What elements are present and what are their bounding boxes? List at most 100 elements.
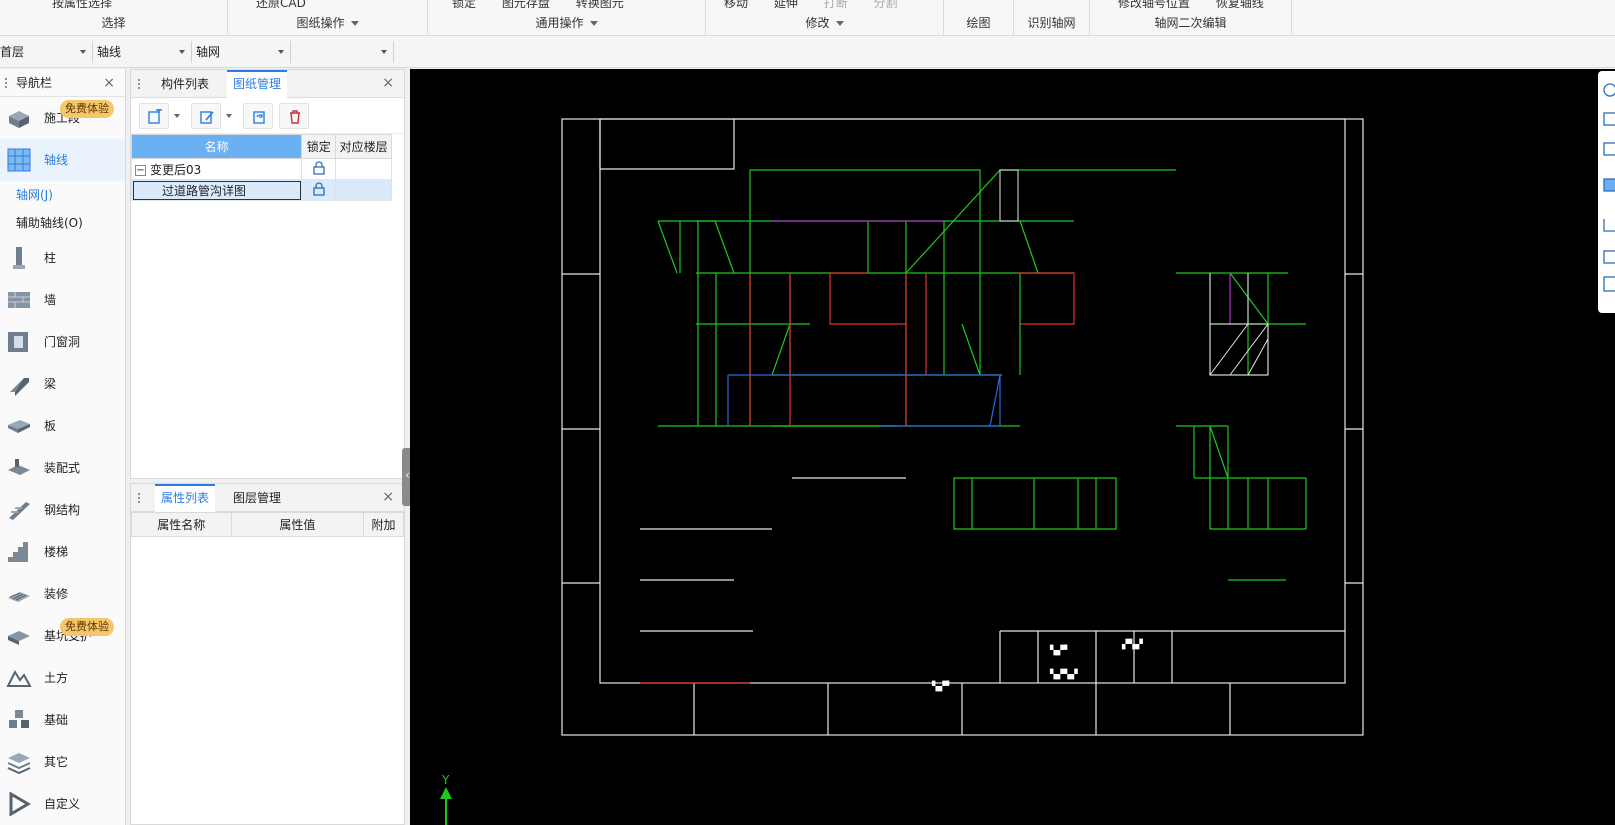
- column-header-name[interactable]: 名称: [130, 134, 303, 159]
- nav-item-slab[interactable]: 板: [0, 405, 125, 447]
- group-title-common-ops[interactable]: 通用操作: [428, 14, 705, 31]
- nav-item-prefab[interactable]: 装配式: [0, 447, 125, 489]
- split-button[interactable]: 分割: [874, 0, 898, 8]
- type-select[interactable]: 轴网: [196, 41, 291, 63]
- close-icon[interactable]: ×: [382, 490, 394, 504]
- floor-cell[interactable]: [335, 158, 392, 180]
- trash-icon: [290, 110, 300, 124]
- group-title-drawing-ops[interactable]: 图纸操作: [228, 14, 427, 31]
- delete-drawing-button[interactable]: [279, 103, 309, 129]
- drawing-toolbar: [131, 98, 404, 134]
- nav-item-axis[interactable]: 轴线: [0, 139, 125, 181]
- chevron-down-icon: [589, 21, 598, 26]
- nav-title: 导航栏: [16, 76, 53, 90]
- chevron-down-icon[interactable]: [174, 114, 180, 118]
- custom-icon: [9, 792, 31, 816]
- nav-item-wall[interactable]: 墙: [0, 279, 125, 321]
- table-row[interactable]: − 变更后03: [130, 158, 392, 180]
- drag-handle-icon[interactable]: [137, 492, 141, 504]
- nav-item-construction-stage[interactable]: 施工段 免费体验: [0, 97, 125, 139]
- nav-label: 土方: [44, 671, 69, 685]
- tab-drawing-management[interactable]: 图纸管理: [227, 70, 288, 98]
- drawing-name: 过道路管沟详图: [162, 183, 247, 198]
- nav-item-column[interactable]: 柱: [0, 237, 125, 279]
- column-header-extra: 附加: [363, 512, 404, 537]
- nav-label: 楼梯: [44, 545, 69, 559]
- drawing-table: 名称 锁定 对应楼层 − 变更后03 过道路管沟详图: [130, 134, 392, 201]
- column-icon: [13, 247, 25, 269]
- move-button[interactable]: 移动: [724, 0, 748, 8]
- chevron-down-icon[interactable]: [226, 114, 232, 118]
- group-title-modify[interactable]: 修改: [706, 14, 943, 31]
- nav-label: 板: [44, 419, 57, 433]
- white-detail-lines: ▚▞▘ ▞▚▞ ▚▞▚▞ ▚▞▘: [931, 169, 1269, 692]
- cad-canvas[interactable]: ▚▞▘ ▞▚▞ ▚▞▚▞ ▚▞▘ Y: [410, 69, 1615, 825]
- y-axis-indicator: [440, 787, 452, 825]
- nav-item-custom[interactable]: 自定义: [0, 783, 125, 825]
- chevron-down-icon: [80, 50, 86, 54]
- chevron-down-icon: [179, 50, 185, 54]
- extra-select[interactable]: [295, 41, 394, 63]
- view-tools-icon[interactable]: [1598, 71, 1615, 313]
- foundation-icon: [9, 710, 29, 728]
- select-by-attribute-button[interactable]: 按属性选择: [52, 0, 112, 8]
- nav-item-stair[interactable]: 楼梯: [0, 531, 125, 573]
- close-icon[interactable]: ×: [103, 69, 115, 97]
- category-select[interactable]: 轴线: [97, 41, 192, 63]
- nav-item-decoration[interactable]: 装修: [0, 573, 125, 615]
- convert-element-button[interactable]: 转换图元: [576, 0, 624, 8]
- sub-item-auxiliary-axis[interactable]: 辅助轴线(O): [0, 209, 125, 237]
- ribbon-group-identify-axis: 识别轴网: [1014, 0, 1090, 36]
- ribbon-group-select: 按属性选择 选择: [0, 0, 228, 36]
- column-header-lock[interactable]: 锁定: [301, 134, 337, 159]
- save-element-button[interactable]: 图元存盘: [502, 0, 550, 8]
- earthwork-icon: [6, 669, 32, 687]
- free-trial-badge: 免费体验: [60, 100, 114, 118]
- chevron-down-icon: [835, 21, 844, 26]
- navigation-panel: 导航栏 × 施工段 免费体验 轴线 轴网(J) 辅助轴线(O) 柱 墙 门窗洞 …: [0, 69, 126, 825]
- edit-drawing-button[interactable]: [191, 103, 221, 129]
- foundation-pit-icon: [8, 631, 30, 645]
- drag-handle-icon[interactable]: [4, 77, 8, 89]
- add-drawing-button[interactable]: [139, 103, 169, 129]
- table-row[interactable]: 过道路管沟详图: [130, 179, 392, 201]
- tab-property-list[interactable]: 属性列表: [155, 484, 216, 512]
- lock-button[interactable]: 锁定: [452, 0, 476, 8]
- wall-icon: [8, 292, 30, 308]
- chevron-down-icon: [350, 21, 359, 26]
- nav-item-steel-structure[interactable]: 钢结构: [0, 489, 125, 531]
- sub-item-axis-grid[interactable]: 轴网(J): [0, 181, 125, 209]
- property-table: 属性名称 属性值 附加: [131, 512, 404, 537]
- nav-label: 梁: [44, 377, 57, 391]
- restore-axis-button[interactable]: 恢复轴线: [1216, 0, 1264, 8]
- replace-drawing-button[interactable]: [243, 103, 273, 129]
- break-button[interactable]: 打断: [824, 0, 848, 8]
- close-icon[interactable]: ×: [382, 76, 394, 90]
- ribbon-group-modify: 移动 延伸 打断 分割 修改: [706, 0, 944, 36]
- tab-component-list[interactable]: 构件列表: [155, 70, 215, 98]
- drawing-annotation: ▚▞▚▞: [1049, 668, 1079, 680]
- modify-axis-number-button[interactable]: 修改轴号位置: [1118, 0, 1190, 8]
- column-header-floor[interactable]: 对应楼层: [335, 134, 392, 159]
- nav-label: 自定义: [44, 797, 81, 811]
- nav-item-door-window[interactable]: 门窗洞: [0, 321, 125, 363]
- nav-item-other[interactable]: 其它: [0, 741, 125, 783]
- blue-lines: [727, 374, 1001, 427]
- nav-item-earthwork[interactable]: 土方: [0, 657, 125, 699]
- drag-handle-icon[interactable]: [137, 78, 141, 90]
- nav-label: 墙: [44, 293, 57, 307]
- chevron-down-icon: [381, 50, 387, 54]
- restore-cad-button[interactable]: 还原CAD: [256, 0, 306, 8]
- floor-cell[interactable]: [335, 179, 392, 201]
- nav-item-foundation-pit[interactable]: 基坑支护 免费体验: [0, 615, 125, 657]
- extend-button[interactable]: 延伸: [774, 0, 798, 8]
- floor-select[interactable]: 首层: [0, 41, 93, 63]
- tab-layer-management[interactable]: 图层管理: [227, 484, 287, 512]
- ribbon-group-draw: 绘图: [944, 0, 1014, 36]
- collapse-icon[interactable]: −: [135, 164, 146, 176]
- nav-label: 门窗洞: [44, 335, 81, 349]
- add-drawing-icon: [148, 109, 162, 124]
- free-trial-badge: 免费体验: [60, 618, 114, 636]
- nav-item-beam[interactable]: 梁: [0, 363, 125, 405]
- nav-item-foundation[interactable]: 基础: [0, 699, 125, 741]
